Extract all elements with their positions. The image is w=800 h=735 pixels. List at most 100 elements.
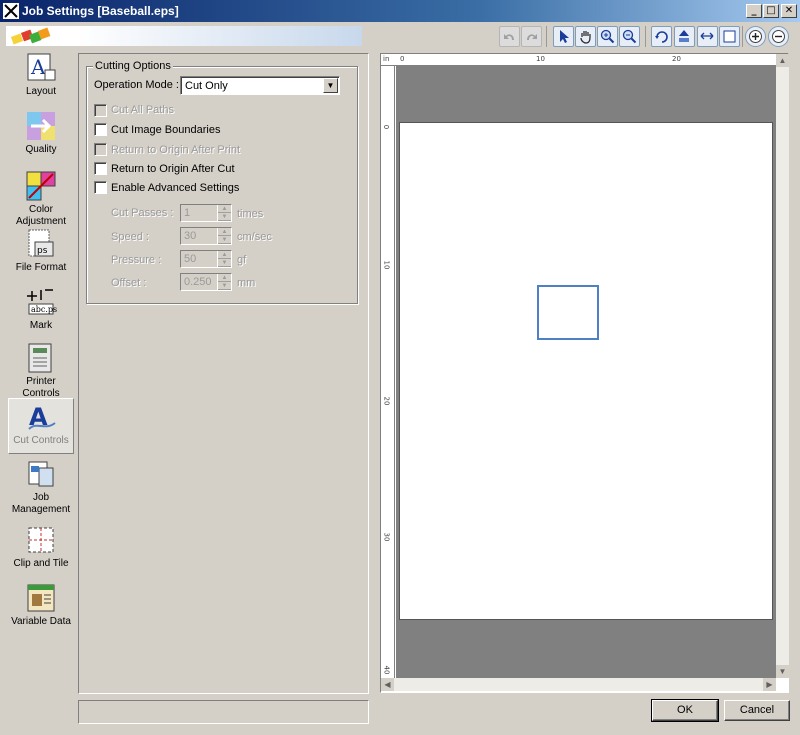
ruler-tick-label: 20 (672, 55, 681, 63)
zoom-in-icon (600, 29, 615, 44)
cut-passes-stepper[interactable]: 1 ▲ ▼ (180, 204, 232, 222)
scroll-down-icon[interactable]: ▼ (776, 665, 789, 678)
sidebar-item-clip-and-tile[interactable]: Clip and Tile (8, 524, 74, 570)
stepper-up-icon[interactable]: ▲ (218, 205, 231, 213)
stepper-down-icon[interactable]: ▼ (218, 213, 231, 221)
minus-icon (772, 30, 785, 43)
sidebar-item-file-format[interactable]: ps File Format (8, 228, 74, 274)
ruler-tick-label: 40 (382, 665, 391, 675)
stepper-down-icon[interactable]: ▼ (218, 236, 231, 244)
offset-unit: mm (237, 277, 256, 289)
pressure-stepper[interactable]: 50 ▲ ▼ (180, 250, 232, 268)
sidebar-item-quality[interactable]: Quality (8, 110, 74, 156)
sidebar-item-cut-controls[interactable]: A Cut Controls (8, 398, 74, 454)
offset-stepper[interactable]: 0.250 ▲ ▼ (180, 273, 232, 291)
pressure-label: Pressure : (111, 254, 162, 266)
cut-all-paths-checkbox[interactable] (94, 104, 107, 117)
scroll-right-icon[interactable]: ▶ (763, 678, 776, 691)
rotate-button[interactable] (651, 26, 672, 47)
undo-icon (504, 34, 514, 40)
clip-tile-icon (28, 527, 54, 553)
sidebar-item-job-management[interactable]: Job Management (8, 458, 74, 516)
zoom-out-icon (622, 29, 637, 44)
scroll-left-icon[interactable]: ◀ (381, 678, 394, 691)
fit-page-button[interactable] (719, 26, 740, 47)
zoom-in-button[interactable] (597, 26, 618, 47)
operation-mode-label: Operation Mode : (94, 79, 179, 91)
ruler-tick-label: 10 (536, 55, 545, 63)
stepper-up-icon[interactable]: ▲ (218, 274, 231, 282)
maximize-button[interactable]: □ (763, 4, 779, 18)
stepper-down-icon[interactable]: ▼ (218, 282, 231, 290)
app-logo-icon (10, 27, 51, 45)
svg-text:ps: ps (37, 246, 48, 256)
left-ruler: 0 10 20 30 40 (381, 66, 395, 678)
speed-unit: cm/sec (237, 231, 272, 243)
sidebar-item-variable-data[interactable]: Variable Data (8, 582, 74, 628)
sidebar-item-layout[interactable]: A Layout (8, 52, 74, 98)
cut-path-rect[interactable] (537, 285, 599, 340)
redo-button[interactable] (521, 26, 542, 47)
return-after-cut-checkbox[interactable] (94, 162, 107, 175)
scroll-up-icon[interactable]: ▲ (776, 54, 789, 67)
minimize-button[interactable]: _ (746, 4, 762, 18)
page-icon (723, 30, 736, 43)
top-ruler: in 0 10 20 (381, 54, 776, 66)
enable-advanced-checkbox[interactable] (94, 181, 107, 194)
zoom-out-button[interactable] (619, 26, 640, 47)
stepper-down-icon[interactable]: ▼ (218, 259, 231, 267)
ok-button[interactable]: OK (651, 699, 719, 722)
return-after-cut-label: Return to Origin After Cut (111, 163, 235, 175)
speed-stepper[interactable]: 30 ▲ ▼ (180, 227, 232, 245)
enable-advanced-label: Enable Advanced Settings (111, 182, 240, 194)
toolbar-separator (645, 26, 646, 47)
cut-passes-value: 1 (184, 207, 191, 219)
offset-label: Offset : (111, 277, 147, 289)
page-canvas[interactable] (399, 122, 773, 620)
toolbar-separator (742, 26, 743, 47)
zoom-plus-button[interactable] (745, 26, 766, 47)
return-after-print-checkbox[interactable] (94, 143, 107, 156)
flip-icon (679, 30, 689, 42)
status-bar (78, 700, 369, 724)
zoom-minus-button[interactable] (768, 26, 789, 47)
undo-button[interactable] (499, 26, 520, 47)
sidebar-item-label: Quality (25, 144, 57, 155)
sidebar-item-label: Layout (25, 86, 57, 97)
redo-icon (527, 34, 537, 40)
close-button[interactable]: ✕ (781, 4, 797, 18)
hand-tool-button[interactable] (575, 26, 596, 47)
pointer-tool-button[interactable] (553, 26, 574, 47)
sidebar-item-color-adjustment[interactable]: Color Adjustment (8, 170, 74, 228)
horizontal-scrollbar[interactable]: ◀ ▶ (381, 678, 776, 691)
cut-image-boundaries-checkbox[interactable] (94, 123, 107, 136)
sidebar-item-label: Job Management (11, 492, 71, 515)
operation-mode-select[interactable]: Cut Only ▼ (180, 76, 340, 95)
fit-width-button[interactable] (697, 26, 718, 47)
sidebar-item-mark[interactable]: abc.ps Mark (8, 286, 74, 332)
mark-icon: abc.ps (27, 289, 57, 315)
flip-button[interactable] (674, 26, 695, 47)
chevron-down-icon[interactable]: ▼ (323, 78, 338, 93)
job-management-icon (28, 461, 54, 487)
svg-text:A: A (30, 55, 46, 79)
sidebar-item-label: File Format (15, 262, 67, 273)
vertical-scrollbar[interactable]: ▲ ▼ (776, 54, 789, 678)
stepper-up-icon[interactable]: ▲ (218, 251, 231, 259)
cutting-options-label: Cutting Options (93, 60, 173, 72)
sidebar-item-printer-controls[interactable]: Printer Controls (8, 342, 74, 400)
cancel-button[interactable]: Cancel (724, 700, 790, 721)
quality-icon (27, 112, 55, 140)
cut-passes-unit: times (237, 208, 264, 220)
layout-icon: A (27, 53, 56, 81)
cut-passes-label: Cut Passes : (111, 207, 174, 219)
ruler-tick-label: 0 (382, 124, 391, 130)
sidebar-item-label: Printer Controls (22, 376, 60, 399)
sidebar: A Layout Quality Color Adjustment ps Fil… (0, 50, 80, 650)
sidebar-item-label: Mark (29, 320, 53, 331)
sidebar-item-label: Color Adjustment (15, 204, 67, 227)
hand-icon (580, 31, 591, 44)
return-after-print-label: Return to Origin After Print (111, 144, 240, 156)
sidebar-item-label: Cut Controls (13, 435, 69, 446)
stepper-up-icon[interactable]: ▲ (218, 228, 231, 236)
